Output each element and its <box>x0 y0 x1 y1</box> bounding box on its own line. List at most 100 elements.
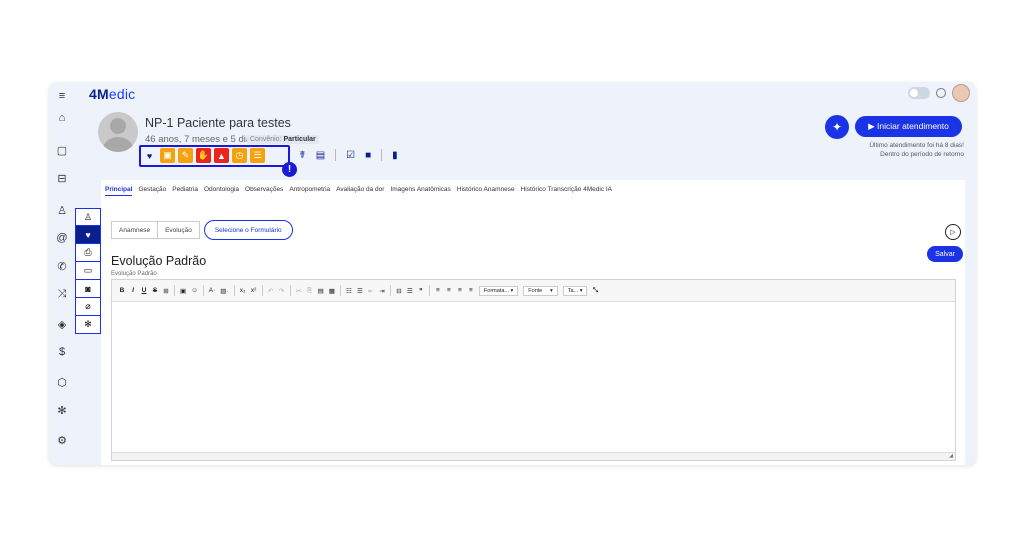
bg-color-button[interactable]: ▨· <box>220 287 228 295</box>
cut-icon[interactable]: ✂ <box>296 287 302 295</box>
align-left-icon[interactable]: ≡ <box>435 287 441 294</box>
underline-button[interactable]: U <box>141 287 147 294</box>
horizontal-rule-icon[interactable]: ☰ <box>407 287 413 295</box>
at-icon[interactable]: @ <box>54 230 70 246</box>
left-rail: ≡ ⌂ ▢ ⊟ ♙ @ ✆ ⤨ ◈ $ ⬡ ✻ ⚙ <box>49 82 75 465</box>
search-icon[interactable] <box>936 88 946 98</box>
blockquote-icon[interactable]: ❞ <box>418 287 424 295</box>
tab-observacoes[interactable]: Observações <box>245 186 283 196</box>
undo-icon[interactable]: ↶ <box>268 287 274 295</box>
toolbar-separator <box>339 285 341 296</box>
cube-icon[interactable]: ⬡ <box>54 374 70 390</box>
paste-text-icon[interactable]: ▦ <box>329 287 335 295</box>
app-window: ≡ ⌂ ▢ ⊟ ♙ @ ✆ ⤨ ◈ $ ⬡ ✻ ⚙ 4Medic NP-1 Pa… <box>49 82 976 465</box>
last-appointment-line1: Último atendimento foi há 8 dias! <box>869 142 964 149</box>
tab-odontologia[interactable]: Odontologia <box>204 186 239 196</box>
book-icon[interactable]: ▮ <box>392 150 398 161</box>
tab-antropometria[interactable]: Antropometria <box>289 186 330 196</box>
sparkle-icon[interactable]: ✻ <box>54 402 70 418</box>
theme-toggle[interactable] <box>908 87 930 99</box>
indent-icon[interactable]: ⇥ <box>379 287 385 295</box>
toolbar-separator <box>233 285 235 296</box>
folder-icon: ▭ <box>83 265 93 275</box>
document-icon[interactable]: ▤ <box>316 150 325 161</box>
side-tab-printer[interactable]: ⎙ <box>75 244 101 262</box>
side-tab-sparkle[interactable]: ✻ <box>75 316 101 334</box>
home-icon[interactable]: ⌂ <box>54 110 70 126</box>
paste-icon[interactable]: ▤ <box>318 287 324 295</box>
expand-icon[interactable]: ⤡ <box>592 287 598 295</box>
divider <box>381 149 383 161</box>
logo-rest: edic <box>108 86 136 102</box>
person-icon: ♙ <box>83 211 93 222</box>
italic-button[interactable]: I <box>130 287 136 294</box>
image-icon[interactable]: ▣ <box>180 287 186 295</box>
camera-icon: ◙ <box>85 283 91 294</box>
align-center-icon[interactable]: ≡ <box>446 287 452 294</box>
subscript-button[interactable]: x₂ <box>240 287 246 294</box>
sofa-icon[interactable]: ⊟ <box>54 170 70 186</box>
align-right-icon[interactable]: ≡ <box>457 287 463 294</box>
size-dropdown[interactable]: Ta... ▾ <box>562 285 588 296</box>
tab-gestacao[interactable]: Gestação <box>138 186 166 196</box>
resize-handle-icon[interactable]: ◢ <box>949 453 953 459</box>
logo-main: 4M <box>89 86 109 102</box>
numbered-list-icon[interactable]: ☰ <box>357 287 363 295</box>
clip-icon: ⌀ <box>85 301 91 311</box>
user-avatar[interactable] <box>952 84 970 102</box>
tab-historico-transcricao[interactable]: Histórico Transcrição 4Medic IA <box>521 186 612 196</box>
anamnese-button[interactable]: Anamnese <box>111 221 159 239</box>
side-tab-camera[interactable]: ◙ <box>75 280 101 298</box>
emoji-icon[interactable]: ☺ <box>191 287 198 294</box>
toolbar-separator <box>202 285 204 296</box>
start-appointment-button[interactable]: ▶ Iniciar atendimento <box>855 116 962 137</box>
send-icon[interactable]: ▷ <box>945 224 961 240</box>
stethoscope-icon[interactable]: ☤ <box>299 150 306 161</box>
user-icon[interactable]: ♙ <box>54 202 70 218</box>
insert-table-icon[interactable]: ⊟ <box>396 287 402 295</box>
superscript-button[interactable]: x² <box>251 287 257 294</box>
size-dropdown-label: Ta... <box>567 287 579 294</box>
redo-icon[interactable]: ↷ <box>279 287 285 295</box>
calendar-icon[interactable]: ▢ <box>54 142 70 158</box>
bold-button[interactable]: B <box>119 287 125 294</box>
save-button[interactable]: Salvar <box>927 246 963 262</box>
table-icon[interactable]: ⊞ <box>163 287 169 295</box>
patient-avatar <box>98 112 138 152</box>
strike-button[interactable]: S <box>152 287 158 294</box>
font-color-button[interactable]: A· <box>209 287 216 294</box>
shuffle-icon[interactable]: ⤨ <box>54 286 70 302</box>
calendar-check-icon[interactable]: ☑ <box>346 150 355 161</box>
app-logo[interactable]: 4Medic <box>89 86 135 102</box>
tab-imagens-anatomicas[interactable]: Imagens Anatômicas <box>390 186 450 196</box>
main-content: Principal Gestação Pediatria Odontologia… <box>101 180 965 465</box>
outdent-icon[interactable]: ⇤ <box>368 287 374 295</box>
font-dropdown[interactable]: Fonte ▾ <box>523 285 558 296</box>
patient-age: 46 anos, 7 meses e 5 dias <box>145 134 256 145</box>
bulleted-list-icon[interactable]: ☷ <box>346 287 352 295</box>
evolucao-button[interactable]: Evolução <box>158 221 200 239</box>
side-tab-person[interactable]: ♙ <box>75 208 101 226</box>
gear-icon[interactable]: ⚙ <box>54 432 70 448</box>
ai-star-button[interactable]: ✦ <box>825 115 849 139</box>
dollar-icon[interactable]: $ <box>54 344 70 360</box>
phone-icon[interactable]: ✆ <box>54 258 70 274</box>
video-icon[interactable]: ■ <box>365 150 371 161</box>
tag-icon[interactable]: ◈ <box>54 316 70 332</box>
toolbar-separator <box>174 285 175 296</box>
select-form-button[interactable]: Selecione o Formulário <box>203 220 293 240</box>
side-tab-heart-monitor[interactable]: ♥ <box>75 226 101 244</box>
convenio-value: Particular <box>283 136 316 143</box>
side-tab-clip[interactable]: ⌀ <box>75 298 101 316</box>
side-tab-folder[interactable]: ▭ <box>75 262 101 280</box>
tab-principal[interactable]: Principal <box>105 186 133 196</box>
justify-icon[interactable]: ≡ <box>468 287 474 294</box>
tab-pediatria[interactable]: Pediatria <box>172 186 198 196</box>
menu-icon[interactable]: ≡ <box>54 88 70 104</box>
patient-name: NP-1 Paciente para testes <box>145 116 291 130</box>
rich-text-editor[interactable]: B I U S ⊞ ▣ ☺ A· ▨· x₂ x² ↶ ↷ ✂ ⎘ ▤ ▦ ☷ … <box>111 279 956 461</box>
tab-historico-anamnese[interactable]: Histórico Anamnese <box>457 186 515 196</box>
tab-avaliacao-dor[interactable]: Avaliação da dor <box>336 186 384 196</box>
format-dropdown[interactable]: Formata... ▾ <box>478 285 519 296</box>
copy-icon[interactable]: ⎘ <box>307 287 313 295</box>
